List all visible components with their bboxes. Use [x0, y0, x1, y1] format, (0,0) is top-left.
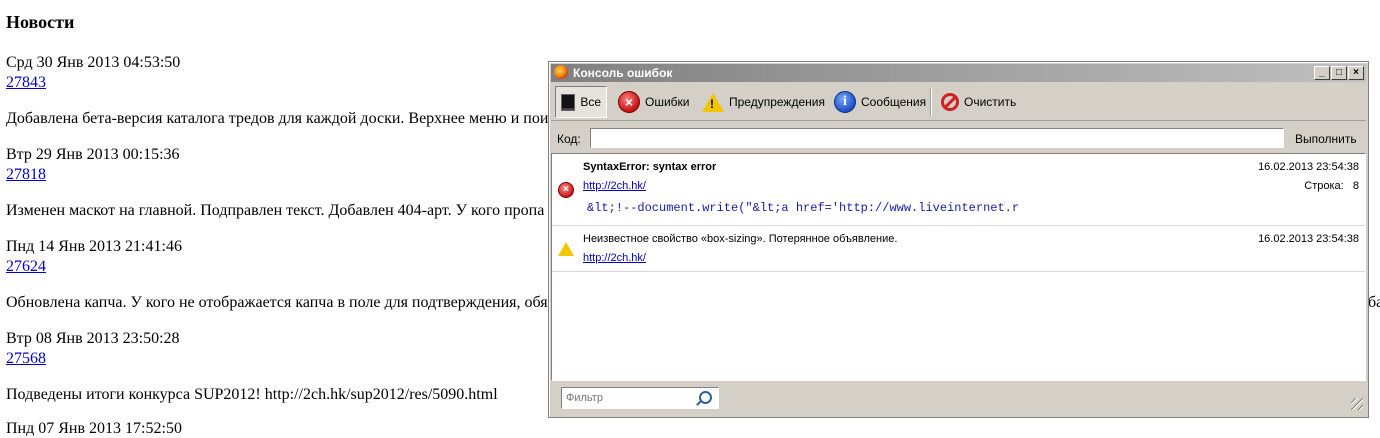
news-text: Обновлена капча. У кого не отображается …	[6, 294, 548, 311]
error-icon: ×	[558, 182, 574, 198]
news-date: Срд 30 Янв 2013 04:53:50	[6, 54, 181, 71]
news-link[interactable]: 27843	[6, 74, 46, 92]
news-date: Втр 29 Янв 2013 00:15:36	[6, 146, 180, 163]
warnings-label: Предупреждения	[729, 95, 825, 109]
filter-input[interactable]	[561, 387, 719, 409]
warning-icon: !	[702, 92, 724, 112]
close-button[interactable]: ×	[1348, 66, 1364, 80]
message-source-link[interactable]: http://2ch.hk/	[583, 252, 646, 264]
news-text: Изменен маскот на главной. Подправлен те…	[6, 202, 545, 219]
error-icon: ×	[618, 91, 640, 113]
error-console-window: Консоль ошибок _ □ × Все × Ошибки ! Пред…	[548, 61, 1369, 418]
news-date: Пнд 07 Янв 2013 17:52:50	[6, 420, 182, 437]
message-title: Неизвестное свойство «box-sizing». Потер…	[583, 233, 898, 245]
window-title: Консоль ошибок	[573, 66, 673, 80]
title-bar[interactable]: Консоль ошибок _ □ ×	[551, 64, 1366, 82]
news-link[interactable]: 27818	[6, 166, 46, 184]
message-time: 16.02.2013 23:54:38	[1258, 161, 1359, 173]
news-date: Втр 08 Янв 2013 23:50:28	[6, 330, 180, 347]
clear-button[interactable]: Очистить	[936, 86, 1021, 118]
firefox-icon	[554, 65, 568, 79]
clear-icon	[941, 93, 959, 111]
all-button[interactable]: Все	[555, 86, 607, 118]
messages-label: Сообщения	[861, 95, 927, 109]
filter-bar	[551, 383, 1366, 413]
minimize-button[interactable]: _	[1314, 66, 1330, 80]
message-line: Строка: 8	[1304, 180, 1359, 192]
message-time: 16.02.2013 23:54:38	[1258, 233, 1359, 245]
list-item[interactable]: × SyntaxError: syntax error 16.02.2013 2…	[552, 154, 1365, 226]
resize-grip-icon[interactable]	[1351, 398, 1363, 410]
line-label: Строка:	[1304, 180, 1344, 192]
run-button[interactable]: Выполнить	[1295, 132, 1357, 146]
errors-button[interactable]: × Ошибки	[613, 86, 695, 118]
news-text: Подведены итоги конкурса SUP2012! http:/…	[6, 386, 498, 403]
info-icon: i	[834, 91, 856, 113]
toolbar-separator	[930, 88, 931, 116]
message-source-link[interactable]: http://2ch.hk/	[583, 180, 646, 192]
warning-icon	[558, 242, 574, 256]
news-link[interactable]: 27624	[6, 258, 46, 276]
line-number: 8	[1352, 180, 1359, 192]
news-text-tail: ба	[1368, 294, 1380, 311]
news-text: Добавлена бета-версия каталога тредов дл…	[6, 110, 549, 127]
terminal-icon	[561, 93, 576, 111]
list-item[interactable]: Неизвестное свойство «box-sizing». Потер…	[552, 226, 1365, 272]
clear-label: Очистить	[964, 95, 1017, 109]
search-icon[interactable]	[699, 391, 712, 404]
errors-label: Ошибки	[645, 95, 690, 109]
code-bar: Код: Выполнить	[551, 124, 1366, 152]
console-toolbar: Все × Ошибки ! Предупреждения i Сообщени…	[551, 84, 1366, 121]
news-date: Пнд 14 Янв 2013 21:41:46	[6, 238, 182, 255]
messages-button[interactable]: i Сообщения	[829, 86, 931, 118]
message-list[interactable]: × SyntaxError: syntax error 16.02.2013 2…	[551, 153, 1366, 381]
page-title: Новости	[6, 12, 75, 32]
code-label: Код:	[557, 132, 581, 146]
maximize-button[interactable]: □	[1331, 66, 1347, 80]
code-snippet: &lt;!--document.write("&lt;a href='http:…	[587, 201, 1020, 215]
warnings-button[interactable]: ! Предупреждения	[697, 86, 830, 118]
all-label: Все	[580, 95, 601, 109]
news-link[interactable]: 27568	[6, 350, 46, 368]
message-title: SyntaxError: syntax error	[583, 161, 717, 173]
code-input[interactable]	[590, 128, 1284, 148]
